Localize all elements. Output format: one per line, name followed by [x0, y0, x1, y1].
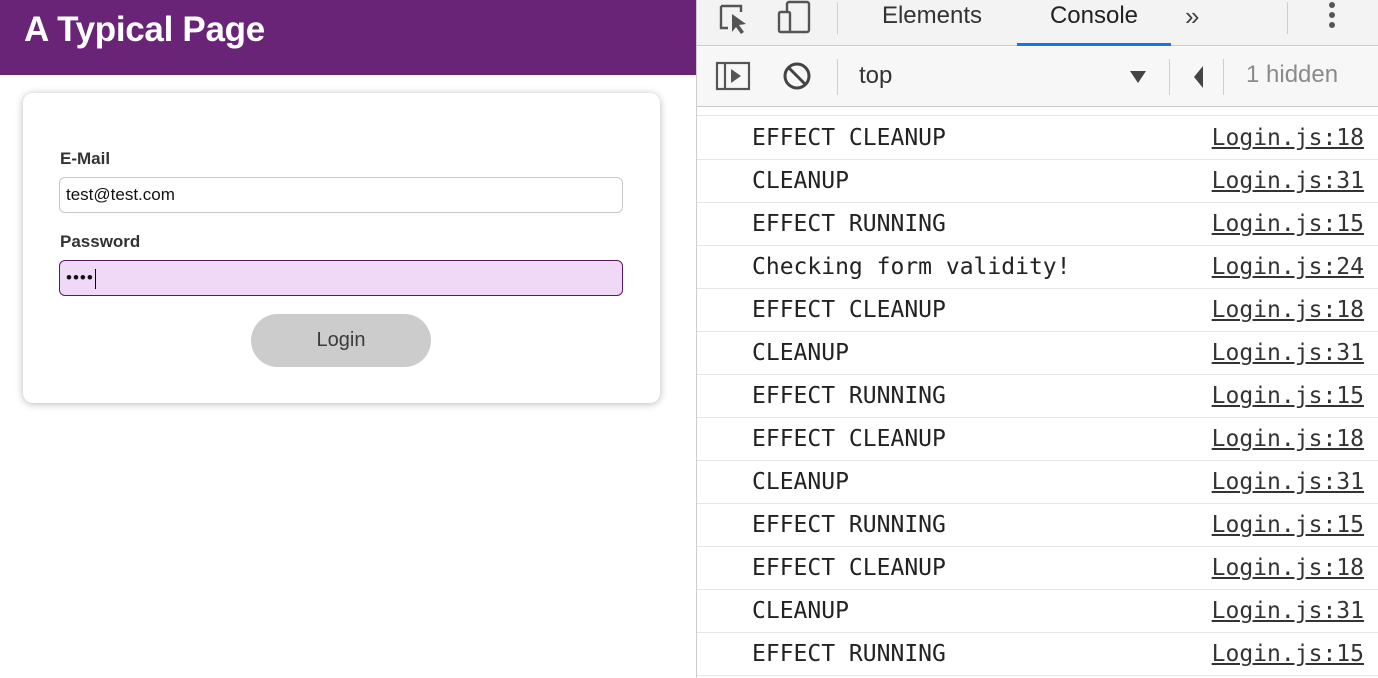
log-row: EFFECT CLEANUP Login.js:18: [697, 418, 1378, 461]
log-row: EFFECT CLEANUP Login.js:18: [697, 547, 1378, 590]
log-message: EFFECT CLEANUP: [752, 426, 946, 452]
log-source-link[interactable]: Login.js:31: [1212, 340, 1364, 366]
more-tabs-button[interactable]: »: [1185, 0, 1199, 32]
log-source-link[interactable]: Login.js:31: [1212, 168, 1364, 194]
login-card: E-Mail Password •••• Login: [23, 93, 660, 403]
log-message: CLEANUP: [752, 598, 849, 624]
toolbar-divider: [1287, 2, 1288, 34]
page-title: A Typical Page: [24, 10, 265, 49]
password-label: Password: [60, 232, 141, 251]
password-dots: ••••: [66, 268, 94, 287]
log-message: EFFECT CLEANUP: [752, 125, 946, 151]
dropdown-caret-icon[interactable]: [1129, 61, 1147, 91]
log-message: EFFECT RUNNING: [752, 383, 946, 409]
log-row: CLEANUP Login.js:31: [697, 332, 1378, 375]
toolbar-divider: [837, 59, 838, 95]
log-row: CLEANUP Login.js:31: [697, 461, 1378, 504]
clear-console-icon[interactable]: [781, 60, 813, 92]
log-message: Checking form validity!: [752, 254, 1071, 280]
tab-elements[interactable]: Elements: [867, 0, 997, 46]
devtools-tabbar: Elements Console »: [697, 0, 1378, 46]
arrow-left-icon[interactable]: [1191, 64, 1205, 90]
log-source-link[interactable]: Login.js:24: [1212, 254, 1364, 280]
log-source-link[interactable]: Login.js:18: [1212, 555, 1364, 581]
toolbar-divider: [1223, 59, 1224, 95]
log-row: EFFECT RUNNING Login.js:15: [697, 504, 1378, 547]
log-row: CLEANUP Login.js:31: [697, 590, 1378, 633]
app-header: A Typical Page: [0, 0, 696, 75]
log-row: EFFECT CLEANUP Login.js:18: [697, 117, 1378, 160]
hidden-messages-count[interactable]: 1 hidden: [1246, 61, 1338, 89]
more-options-icon[interactable]: [1317, 0, 1347, 36]
log-message: CLEANUP: [752, 469, 849, 495]
log-row: EFFECT RUNNING Login.js:15: [697, 375, 1378, 418]
active-tab-indicator: [1017, 43, 1171, 46]
toolbar-divider: [837, 2, 838, 34]
sidebar-toggle-icon[interactable]: [715, 61, 751, 91]
log-message: EFFECT RUNNING: [752, 641, 946, 667]
devtools-panel: Elements Console » top 1 hidden EFFECT C…: [696, 0, 1378, 678]
log-message: CLEANUP: [752, 168, 849, 194]
log-row: CLEANUP Login.js:31: [697, 160, 1378, 203]
log-source-link[interactable]: Login.js:15: [1212, 211, 1364, 237]
tab-console[interactable]: Console: [1017, 0, 1171, 46]
log-row-partial: [697, 107, 1378, 116]
log-row: Checking form validity! Login.js:24: [697, 246, 1378, 289]
log-message: EFFECT RUNNING: [752, 211, 946, 237]
log-source-link[interactable]: Login.js:31: [1212, 469, 1364, 495]
log-source-link[interactable]: Login.js:15: [1212, 383, 1364, 409]
password-field[interactable]: ••••: [59, 260, 623, 296]
log-message: EFFECT CLEANUP: [752, 297, 946, 323]
log-row: EFFECT RUNNING Login.js:15: [697, 203, 1378, 246]
email-label: E-Mail: [60, 149, 111, 168]
log-source-link[interactable]: Login.js:31: [1212, 598, 1364, 624]
log-source-link[interactable]: Login.js:15: [1212, 641, 1364, 667]
toolbar-divider: [1169, 59, 1170, 95]
log-row: EFFECT CLEANUP Login.js:18: [697, 289, 1378, 332]
log-message: EFFECT CLEANUP: [752, 555, 946, 581]
console-toolbar: top 1 hidden: [697, 47, 1378, 107]
device-toolbar-icon[interactable]: [773, 0, 815, 36]
log-source-link[interactable]: Login.js:18: [1212, 125, 1364, 151]
log-message: EFFECT RUNNING: [752, 512, 946, 538]
log-source-link[interactable]: Login.js:15: [1212, 512, 1364, 538]
text-caret: [94, 268, 96, 289]
log-row: EFFECT RUNNING Login.js:15: [697, 633, 1378, 676]
context-selector[interactable]: top: [859, 62, 892, 90]
email-field[interactable]: [59, 177, 623, 213]
log-source-link[interactable]: Login.js:18: [1212, 297, 1364, 323]
app-page: A Typical Page E-Mail Password •••• Logi…: [0, 0, 696, 678]
inspect-element-icon[interactable]: [717, 0, 751, 36]
login-button[interactable]: Login: [251, 314, 431, 367]
log-source-link[interactable]: Login.js:18: [1212, 426, 1364, 452]
log-message: CLEANUP: [752, 340, 849, 366]
console-log: EFFECT CLEANUP Login.js:18 CLEANUP Login.js…: [697, 107, 1378, 678]
